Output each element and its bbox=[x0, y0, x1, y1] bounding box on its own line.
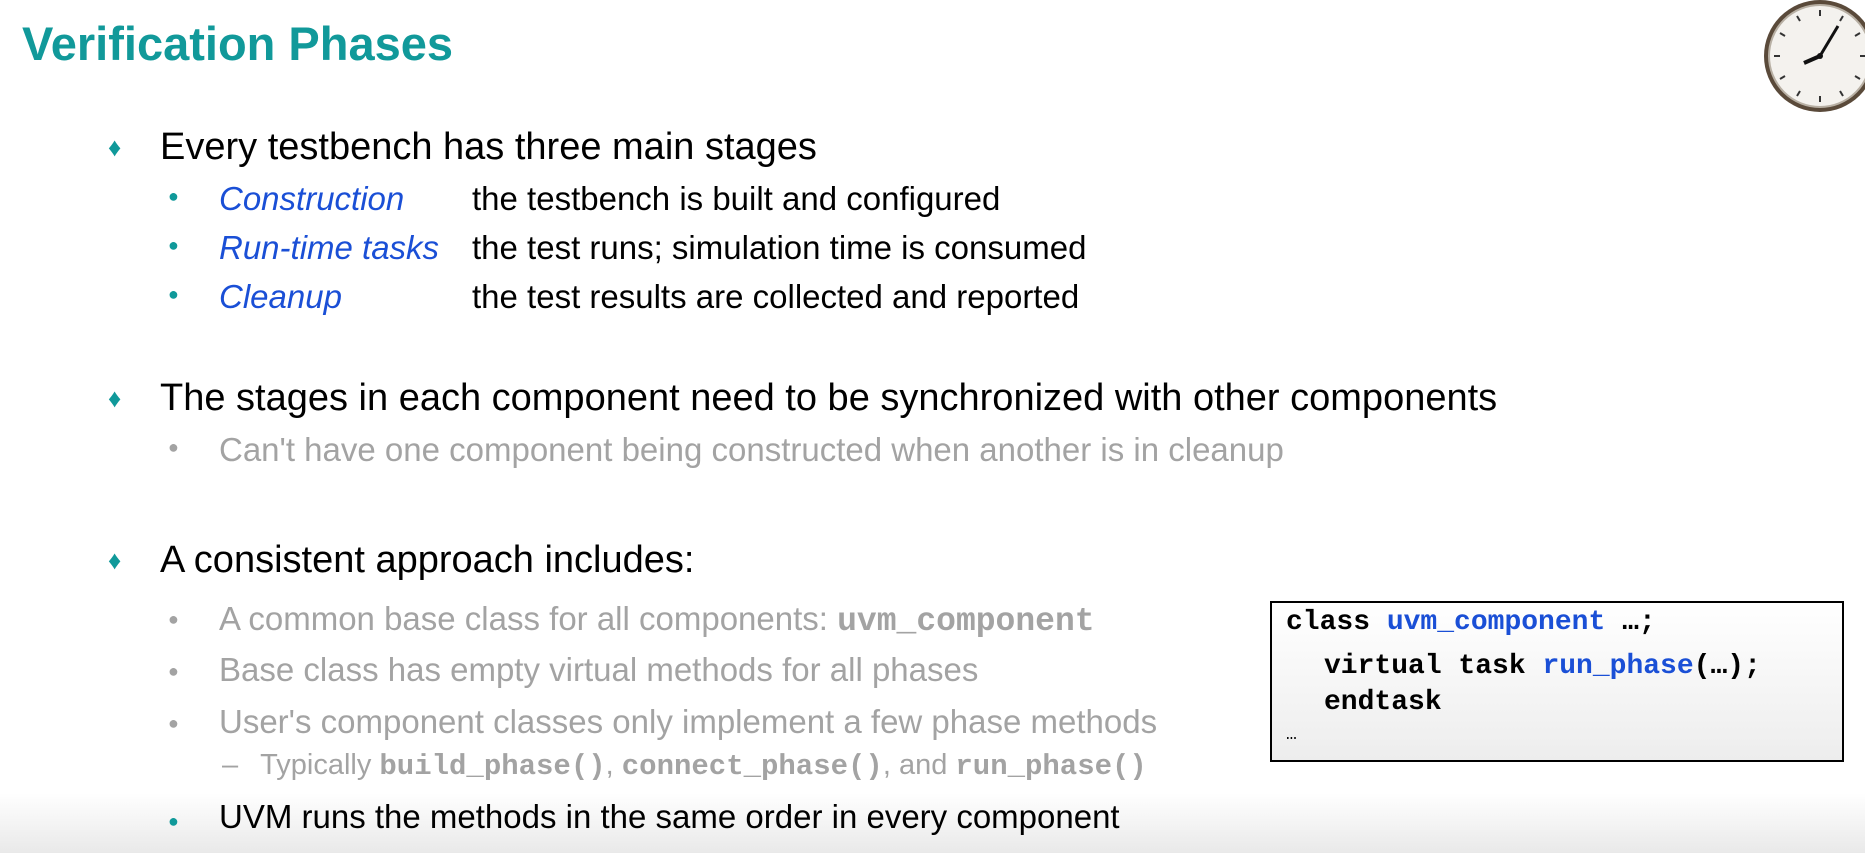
stage-term: Run-time tasks bbox=[219, 229, 440, 266]
section-heading: Every testbench has three main stages bbox=[160, 126, 817, 168]
section-heading: A consistent approach includes: bbox=[160, 539, 695, 581]
stage-description: the test results are collected and repor… bbox=[472, 278, 1080, 315]
code-line: endtask bbox=[1324, 687, 1442, 718]
slide-title: Verification Phases bbox=[22, 17, 454, 70]
bullet-dot-icon: ● bbox=[168, 713, 179, 733]
bullet-dot-icon: ● bbox=[168, 186, 179, 206]
bullet-dot-icon: ● bbox=[168, 235, 179, 255]
section-item: Base class has empty virtual methods for… bbox=[219, 651, 979, 688]
sub-item-code: connect_phase() bbox=[621, 750, 883, 783]
code-line: … bbox=[1286, 725, 1297, 745]
code-line: class uvm_component …; bbox=[1286, 607, 1656, 638]
section-item: User's component classes only implement … bbox=[219, 703, 1158, 740]
bullet-diamond-icon: ♦ bbox=[108, 545, 122, 575]
section-item: Can't have one component being construct… bbox=[219, 431, 1284, 468]
section-heading: The stages in each component need to be … bbox=[160, 377, 1498, 419]
section-item: A common base class for all components: … bbox=[219, 600, 1095, 640]
sub-item-code: run_phase() bbox=[955, 750, 1147, 783]
stage-term: Cleanup bbox=[219, 278, 342, 315]
bullet-dot-icon: ● bbox=[168, 437, 179, 457]
bullet-diamond-icon: ♦ bbox=[108, 383, 122, 413]
dash: – bbox=[222, 749, 239, 781]
bullet-dot-icon: ● bbox=[168, 661, 179, 681]
bullet-diamond-icon: ♦ bbox=[108, 132, 122, 162]
clock-icon bbox=[1764, 0, 1865, 112]
item-text: A common base class for all components: bbox=[219, 600, 838, 637]
bullet-dot-icon: ● bbox=[168, 811, 179, 831]
stage-description: the testbench is built and configured bbox=[472, 180, 1001, 217]
sub-item-text: , and bbox=[882, 749, 956, 781]
code-line: virtual task run_phase(…); bbox=[1324, 651, 1761, 682]
code-box: class uvm_component …; virtual task run_… bbox=[1270, 601, 1844, 762]
sub-item-code: build_phase() bbox=[379, 750, 606, 783]
section-item: UVM runs the methods in the same order i… bbox=[219, 798, 1120, 835]
bullet-dot-icon: ● bbox=[168, 609, 179, 629]
item-code: uvm_component bbox=[837, 603, 1095, 640]
stage-description: the test runs; simulation time is consum… bbox=[472, 229, 1087, 266]
bullet-dot-icon: ● bbox=[168, 284, 179, 304]
stage-term: Construction bbox=[219, 180, 405, 217]
sub-item-text: , bbox=[605, 749, 622, 781]
sub-item: – Typically build_phase(), connect_phase(… bbox=[222, 749, 1147, 783]
sub-item-text: Typically bbox=[260, 749, 380, 781]
